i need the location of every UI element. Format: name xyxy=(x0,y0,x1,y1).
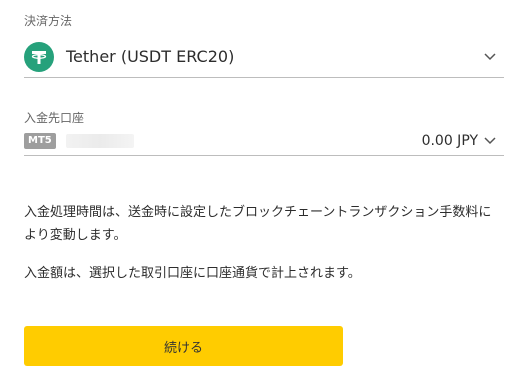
account-number-masked xyxy=(65,133,134,148)
payment-method-value: Tether (USDT ERC20) xyxy=(66,47,235,66)
processing-time-note: 入金処理時間は、送金時に設定したブロックチェーントランザクション手数料により変動… xyxy=(24,205,492,243)
payment-method-select[interactable]: Tether (USDT ERC20) xyxy=(24,36,504,78)
mt5-badge: MT5 xyxy=(24,132,56,149)
deposit-account-select[interactable]: MT5 0.00 JPY xyxy=(24,126,504,156)
chevron-down-icon[interactable] xyxy=(482,49,498,65)
continue-button[interactable]: 続ける xyxy=(24,326,343,366)
tether-icon xyxy=(24,41,54,72)
payment-method-label: 決済方法 xyxy=(24,14,73,28)
credit-currency-note: 入金額は、選択した取引口座に口座通貨で計上されます。 xyxy=(24,266,361,281)
account-balance: 0.00 JPY xyxy=(421,132,478,149)
chevron-down-icon[interactable] xyxy=(482,133,498,149)
deposit-account-label: 入金先口座 xyxy=(24,111,85,125)
